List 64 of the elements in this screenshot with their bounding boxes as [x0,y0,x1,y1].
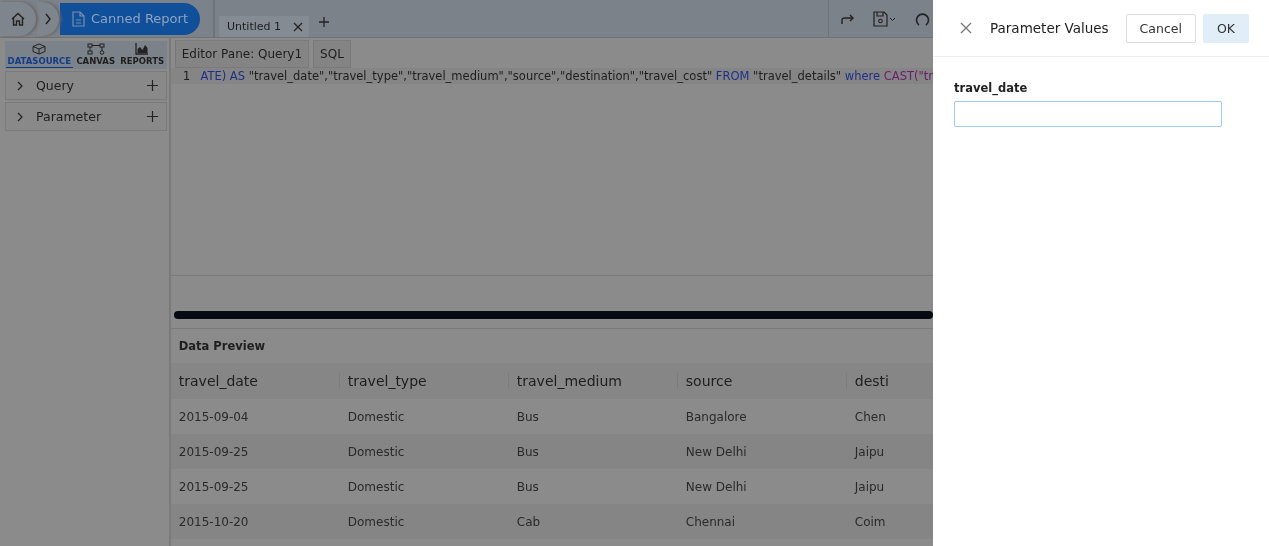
chevron-right-icon [16,80,24,91]
section-label: Parameter [36,109,103,124]
table-cell-text: Bangalore [684,409,748,424]
redo-icon[interactable] [841,12,855,25]
code-line: ATE) AS "travel_date","travel_type","travel_medium","source","destination","travel_cost" FROM "travel_details" where CAST("tr [200,69,933,83]
accordion-item[interactable]: Query [5,71,167,100]
sidebar-tab[interactable]: REPORTS [118,43,167,68]
table-cell-text: 2015-09-25 [177,444,250,459]
editor-pane-label: Editor Pane: Query1 [174,40,310,68]
ok-button[interactable]: OK [1202,13,1249,43]
home-button[interactable] [0,1,36,36]
table-cell-text: Domestic [346,479,406,494]
accordion-item[interactable]: Parameter [5,102,167,131]
chevron-right-icon [44,12,52,25]
table-cell-text: Domestic [346,444,406,459]
table-cell-text: Bus [515,409,540,424]
table-cell-text: Bus [515,444,540,459]
breadcrumb-chevron[interactable] [37,1,59,36]
save-icon[interactable] [873,10,897,27]
column-header[interactable]: travel_type [339,373,509,389]
cube-icon [32,43,47,55]
breadcrumb-item[interactable]: Canned Report [60,2,200,35]
table-cell-text: New Delhi [684,444,748,459]
table-cell-text: Domestic [346,409,406,424]
table-cell-text: Jaipu [853,444,886,459]
document-tab[interactable]: Untitled 1 [219,16,309,37]
table-cell-text: Bus [515,479,540,494]
chevron-right-icon [16,111,24,122]
close-icon[interactable] [293,21,303,32]
add-icon[interactable] [146,80,158,91]
panel-title: Parameter Values [990,20,1110,36]
chart-icon [135,43,150,55]
table-cell-text: 2015-09-25 [177,479,250,494]
section-label: Query [36,78,75,93]
add-icon[interactable] [146,111,158,122]
table-cell-text: Coim [853,514,887,529]
add-tab-icon[interactable] [319,17,329,27]
table-cell-text: New Delhi [684,479,748,494]
field-label: travel_date [954,81,1029,95]
column-header[interactable]: desti [846,373,933,389]
document-icon [72,10,85,27]
input-field[interactable] [954,101,1222,127]
table-cell-text: Chennai [684,514,737,529]
code-editor[interactable]: 1 ATE) AS "travel_date","travel_type","travel_medium","source","destination","travel_cost" FROM "travel_details" where CAST("tr [170,68,933,276]
line-number: 1 [182,69,191,83]
table-cell-text: Cab [515,514,542,529]
column-header[interactable]: travel_medium [508,373,678,389]
table-cell-text: 2015-10-20 [177,514,250,529]
sql-tab[interactable]: SQL [313,40,351,68]
sidebar-tab[interactable]: CANVAS [74,43,117,68]
close-icon[interactable] [960,22,972,34]
home-icon [10,10,26,27]
section-title: Data Preview [177,338,267,355]
refresh-icon[interactable] [915,10,930,27]
column-header[interactable]: source [677,373,847,389]
cancel-button[interactable]: Cancel [1125,13,1196,43]
table-cell-text: Chen [853,409,887,424]
nodes-icon [86,43,105,55]
tab-label: Untitled 1 [227,20,281,33]
table-cell-text: 2015-09-04 [177,409,250,424]
table-cell-text: Domestic [346,514,406,529]
column-header[interactable]: travel_date [170,373,340,389]
sidebar-tab[interactable]: DATASOURCE [5,43,74,68]
table-cell-text: Jaipu [853,479,886,494]
